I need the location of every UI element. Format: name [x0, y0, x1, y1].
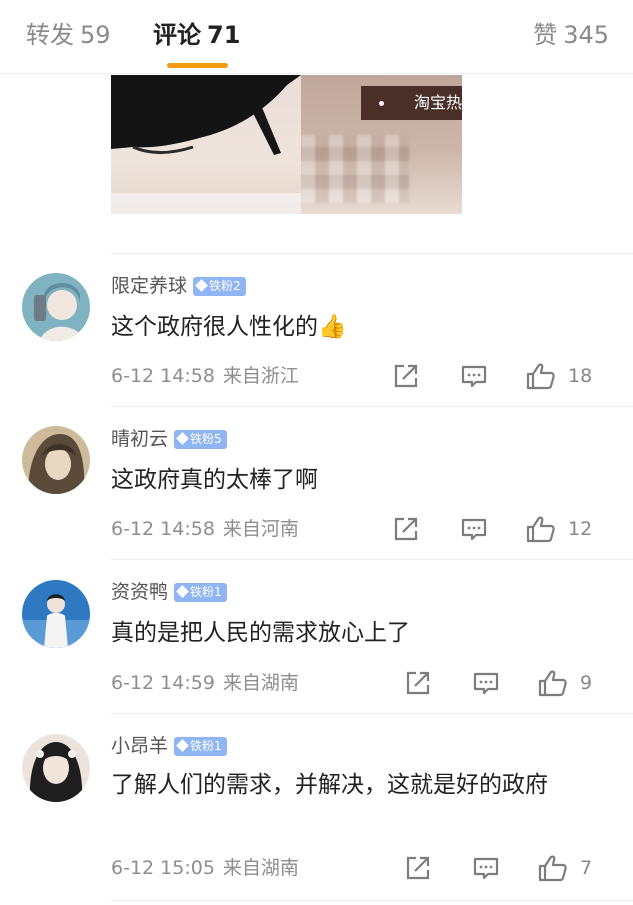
comment-username-line: 限定养球 铁粉2 [111, 273, 246, 299]
avatar-image [22, 580, 90, 648]
comment-button[interactable] [473, 668, 499, 698]
comment-divider [111, 900, 633, 901]
comment-icon [473, 857, 499, 880]
share-icon [394, 517, 418, 541]
comment-meta: 6-12 15:05 来自湖南 [111, 855, 299, 881]
diamond-icon [195, 279, 208, 292]
tab-likes[interactable]: 赞 345 [533, 18, 609, 52]
fan-badge: 铁粉2 [193, 277, 246, 296]
tab-comments-label: 评论 [153, 21, 201, 49]
diamond-icon [176, 585, 189, 598]
avatar[interactable] [22, 273, 90, 341]
comment-text: 真的是把人民的需求放心上了 [111, 620, 410, 646]
fan-badge-label: 铁粉1 [190, 585, 222, 599]
like-button[interactable]: 9 [538, 668, 592, 698]
comment-username-line: 资资鸭 铁粉1 [111, 579, 227, 605]
comment-location: 来自河南 [222, 518, 299, 540]
avatar-image [22, 273, 90, 341]
avatar[interactable] [22, 580, 90, 648]
comment-date: 6-12 14:58 [111, 518, 215, 540]
comment-actions: 7 [391, 853, 611, 883]
comment-item: 小昂羊 铁粉1 了解人们的需求，并解决，这就是好的政府 6-12 15:05 来自湖… [0, 713, 633, 903]
avatar[interactable] [22, 734, 90, 802]
tab-repost[interactable]: 转发 59 [26, 18, 111, 52]
username[interactable]: 资资鸭 [111, 581, 168, 603]
comment-location: 来自湖南 [222, 857, 299, 879]
like-button[interactable]: 7 [538, 853, 592, 883]
comment-button[interactable] [473, 853, 499, 883]
like-button[interactable]: 12 [526, 514, 592, 544]
diamond-icon [176, 739, 189, 752]
repost-button[interactable] [405, 853, 431, 883]
username[interactable]: 晴初云 [111, 428, 168, 450]
comment-text: 了解人们的需求，并解决，这就是好的政府 [111, 772, 548, 798]
avatar-image [22, 426, 90, 494]
tab-repost-count: 59 [80, 21, 111, 49]
comment-icon [461, 365, 487, 388]
comment-date: 6-12 14:59 [111, 672, 215, 694]
diamond-icon [176, 432, 189, 445]
fan-badge-label: 铁粉2 [209, 279, 241, 293]
comment-text: 这政府真的太棒了啊 [111, 467, 318, 493]
active-tab-indicator [167, 63, 228, 68]
comment-text: 这个政府很人性化的👍 [111, 314, 347, 340]
thumbs-up-icon [526, 363, 555, 390]
tab-comments-count: 71 [207, 21, 241, 49]
comment-meta: 6-12 14:59 来自湖南 [111, 670, 299, 696]
like-count: 18 [568, 365, 593, 387]
avatar[interactable] [22, 426, 90, 494]
comment-actions: 12 [391, 514, 611, 544]
comment-item: 晴初云 铁粉5 这政府真的太棒了啊 6-12 14:58 来自河南 12 [0, 406, 633, 559]
post-image[interactable]: 淘宝热 [111, 75, 462, 214]
tab-likes-count: 345 [563, 21, 609, 49]
repost-button[interactable] [393, 361, 419, 391]
fan-badge: 铁粉1 [174, 737, 227, 756]
comment-username-line: 小昂羊 铁粉1 [111, 733, 227, 759]
comment-location: 来自湖南 [222, 672, 299, 694]
username[interactable]: 小昂羊 [111, 735, 168, 757]
share-icon [406, 856, 430, 880]
share-icon [394, 364, 418, 388]
comment-actions: 18 [391, 361, 611, 391]
username[interactable]: 限定养球 [111, 275, 187, 297]
tab-likes-label: 赞 [533, 21, 558, 49]
like-count: 9 [580, 672, 593, 694]
tab-comments[interactable]: 评论 71 [153, 18, 240, 52]
image-label-chip: 淘宝热 [361, 86, 462, 120]
comment-button[interactable] [461, 514, 487, 544]
comment-actions: 9 [391, 668, 611, 698]
repost-button[interactable] [393, 514, 419, 544]
tab-repost-label: 转发 [26, 21, 74, 49]
comment-item: 限定养球 铁粉2 这个政府很人性化的👍 6-12 14:58 来自浙江 18 [0, 253, 633, 406]
avatar-image [22, 734, 90, 802]
tab-bar: 转发 59 评论 71 赞 345 [0, 0, 633, 74]
fan-badge-label: 铁粉1 [190, 739, 222, 753]
comment-date: 6-12 14:58 [111, 365, 215, 387]
like-count: 12 [568, 518, 593, 540]
share-icon [406, 671, 430, 695]
comment-username-line: 晴初云 铁粉5 [111, 426, 227, 452]
repost-button[interactable] [405, 668, 431, 698]
comment-meta: 6-12 14:58 来自河南 [111, 516, 299, 542]
thumbs-up-icon [538, 855, 567, 882]
comment-location: 来自浙江 [222, 365, 299, 387]
fan-badge: 铁粉5 [174, 430, 227, 449]
comment-date: 6-12 15:05 [111, 857, 215, 879]
comment-meta: 6-12 14:58 来自浙江 [111, 363, 299, 389]
fan-badge: 铁粉1 [174, 583, 227, 602]
like-count: 7 [580, 857, 593, 879]
comment-button[interactable] [461, 361, 487, 391]
comment-item: 资资鸭 铁粉1 真的是把人民的需求放心上了 6-12 14:59 来自湖南 9 [0, 559, 633, 713]
thumbs-up-icon [526, 516, 555, 543]
comment-icon [473, 672, 499, 695]
shoe-image [111, 75, 301, 214]
pixelated-area [301, 135, 409, 203]
like-button[interactable]: 18 [526, 361, 592, 391]
fan-badge-label: 铁粉5 [190, 432, 222, 446]
comment-icon [461, 518, 487, 541]
thumbs-up-icon [538, 670, 567, 697]
image-label-text: 淘宝热 [414, 93, 462, 112]
bullet-dot [379, 101, 384, 106]
